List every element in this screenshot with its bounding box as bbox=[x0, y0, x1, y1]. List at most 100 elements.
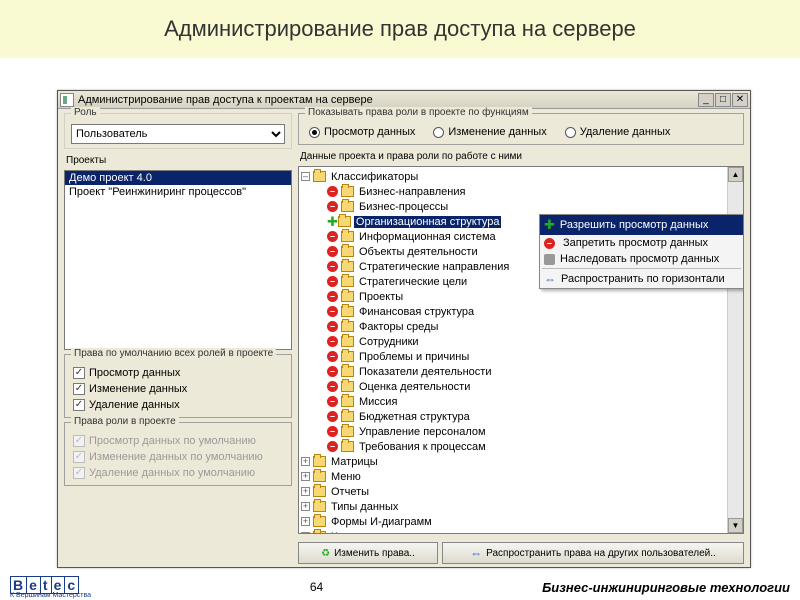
tree-row[interactable]: –Требования к процессам bbox=[299, 439, 743, 454]
folder-icon bbox=[338, 216, 351, 227]
tagline: К Вершинам Мастерства bbox=[10, 592, 91, 599]
project-item[interactable]: Проект "Реинжиниринг процессов" bbox=[65, 185, 291, 199]
spread-icon: ⇔ bbox=[544, 272, 556, 286]
folder-icon bbox=[341, 366, 354, 377]
context-menu-item[interactable]: –Запретить просмотр данных bbox=[540, 235, 743, 251]
tree-row[interactable]: +Отчеты bbox=[299, 484, 743, 499]
propagate-rights-button[interactable]: ⇔ Распространить права на других пользов… bbox=[442, 542, 744, 564]
tree-item-label: Проекты bbox=[357, 291, 405, 303]
tree-row[interactable]: –Оценка деятельности bbox=[299, 379, 743, 394]
minimize-button[interactable]: _ bbox=[698, 93, 714, 107]
tree-toggle[interactable]: + bbox=[301, 472, 310, 481]
tree-row[interactable]: –Проекты bbox=[299, 289, 743, 304]
deny-icon: – bbox=[327, 396, 338, 407]
tree-row[interactable]: –Показатели деятельности bbox=[299, 364, 743, 379]
refresh-icon: ♻ bbox=[321, 548, 330, 559]
tree-row[interactable]: –Бизнес-процессы bbox=[299, 199, 743, 214]
tree-row[interactable]: –Финансовая структура bbox=[299, 304, 743, 319]
inherit-icon bbox=[544, 254, 555, 265]
checkbox[interactable] bbox=[73, 399, 85, 411]
checkbox-row[interactable]: Просмотр данных bbox=[71, 365, 285, 381]
spread-icon: ⇔ bbox=[470, 546, 482, 560]
context-menu-label: Запретить просмотр данных bbox=[563, 237, 708, 249]
tree-row[interactable]: –Бизнес-направления bbox=[299, 184, 743, 199]
tree-item-label: Управление персоналом bbox=[357, 426, 488, 438]
tree-item-label: Формы И-диаграмм bbox=[329, 516, 434, 528]
radio-label: Изменение данных bbox=[448, 126, 546, 138]
radio[interactable] bbox=[433, 127, 444, 138]
folder-icon bbox=[341, 396, 354, 407]
tree-view[interactable]: –Классификаторы–Бизнес-направления–Бизне… bbox=[298, 166, 744, 534]
folder-icon bbox=[341, 291, 354, 302]
tree-row[interactable]: –Сотрудники bbox=[299, 334, 743, 349]
tree-row[interactable]: +Кокпит-диаграммы bbox=[299, 529, 743, 534]
tree-toggle[interactable]: – bbox=[301, 172, 310, 181]
context-menu-item[interactable]: ⇔ Распространить по горизонтали bbox=[540, 270, 743, 288]
deny-icon: – bbox=[327, 411, 338, 422]
radio[interactable] bbox=[565, 127, 576, 138]
tree-row[interactable]: +Матрицы bbox=[299, 454, 743, 469]
context-menu-item[interactable]: ✚Разрешить просмотр данных bbox=[540, 215, 743, 235]
radio[interactable] bbox=[309, 127, 320, 138]
logo: Betec bbox=[10, 576, 91, 594]
slide-title: Администрирование прав доступа на сервер… bbox=[0, 0, 800, 58]
deny-icon: – bbox=[327, 261, 338, 272]
defaults-label: Права по умолчанию всех ролей в проекте bbox=[71, 348, 276, 359]
checkbox[interactable] bbox=[73, 383, 85, 395]
checkbox-label: Изменение данных по умолчанию bbox=[89, 451, 263, 463]
checkbox-label: Просмотр данных по умолчанию bbox=[89, 435, 256, 447]
tree-row[interactable]: – Управление персоналом bbox=[299, 424, 743, 439]
tree-row[interactable]: –Проблемы и причины bbox=[299, 349, 743, 364]
tree-item-label: Стратегические цели bbox=[357, 276, 469, 288]
checkbox-row[interactable]: Удаление данных bbox=[71, 397, 285, 413]
role-in-project-label: Права роли в проекте bbox=[71, 416, 179, 427]
tree-item-label: Информационная система bbox=[357, 231, 498, 243]
role-select[interactable]: Пользователь bbox=[71, 124, 285, 144]
radio-option[interactable]: Удаление данных bbox=[565, 126, 671, 138]
tree-toggle[interactable]: + bbox=[301, 532, 310, 534]
radio-option[interactable]: Изменение данных bbox=[433, 126, 546, 138]
projects-listbox[interactable]: Демо проект 4.0Проект "Реинжиниринг проц… bbox=[64, 170, 292, 350]
close-button[interactable]: ✕ bbox=[732, 93, 748, 107]
folder-icon bbox=[313, 456, 326, 467]
folder-icon bbox=[313, 486, 326, 497]
folder-icon bbox=[341, 231, 354, 242]
tree-row[interactable]: –Классификаторы bbox=[299, 169, 743, 184]
checkbox[interactable] bbox=[73, 367, 85, 379]
role-label: Роль bbox=[71, 107, 100, 118]
checkbox-row: Изменение данных по умолчанию bbox=[71, 449, 285, 465]
context-menu-label: Распространить по горизонтали bbox=[561, 273, 725, 285]
folder-icon bbox=[341, 336, 354, 347]
tree-toggle[interactable]: + bbox=[301, 517, 310, 526]
checkbox-row[interactable]: Изменение данных bbox=[71, 381, 285, 397]
project-item[interactable]: Демо проект 4.0 bbox=[65, 171, 291, 185]
deny-icon: – bbox=[327, 231, 338, 242]
tree-item-label: Бизнес-процессы bbox=[357, 201, 450, 213]
tree-item-label: Бюджетная структура bbox=[357, 411, 472, 423]
tree-item-label: Факторы среды bbox=[357, 321, 440, 333]
tree-toggle[interactable]: + bbox=[301, 457, 310, 466]
tree-row[interactable]: +Типы данных bbox=[299, 499, 743, 514]
tree-row[interactable]: – Бюджетная структура bbox=[299, 409, 743, 424]
folder-icon bbox=[341, 351, 354, 362]
deny-icon: – bbox=[327, 426, 338, 437]
radio-option[interactable]: Просмотр данных bbox=[309, 126, 415, 138]
scroll-down-button[interactable]: ▼ bbox=[728, 518, 743, 533]
tree-row[interactable]: –Миссия bbox=[299, 394, 743, 409]
maximize-button[interactable]: □ bbox=[715, 93, 731, 107]
scroll-up-button[interactable]: ▲ bbox=[728, 167, 743, 182]
tree-toggle[interactable]: + bbox=[301, 502, 310, 511]
tree-toggle[interactable]: + bbox=[301, 487, 310, 496]
tree-row[interactable]: +Меню bbox=[299, 469, 743, 484]
edit-rights-button[interactable]: ♻ Изменить права.. bbox=[298, 542, 438, 564]
folder-icon bbox=[341, 186, 354, 197]
tree-item-label: Проблемы и причины bbox=[357, 351, 471, 363]
tree-row[interactable]: + Формы И-диаграмм bbox=[299, 514, 743, 529]
allow-icon: ✚ bbox=[327, 214, 338, 230]
folder-icon bbox=[313, 171, 326, 182]
context-menu-item[interactable]: Наследовать просмотр данных bbox=[540, 251, 743, 267]
tree-item-label: Сотрудники bbox=[357, 336, 421, 348]
slide-footer: Betec К Вершинам Мастерства 64 Бизнес-ин… bbox=[0, 576, 800, 598]
tree-row[interactable]: –Факторы среды bbox=[299, 319, 743, 334]
folder-icon bbox=[341, 306, 354, 317]
